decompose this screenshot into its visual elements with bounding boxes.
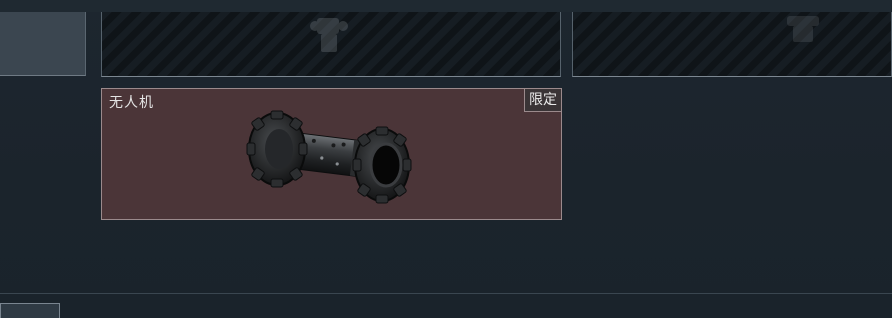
left-panel-tab[interactable] — [0, 12, 86, 76]
item-card[interactable]: 无人机 限定 — [101, 88, 562, 220]
inventory-slot-locked[interactable] — [101, 12, 561, 77]
game-inventory-screen: 无人机 限定 — [0, 0, 892, 318]
inventory-slot-locked[interactable] — [572, 12, 892, 77]
tracked-roller-drone-icon — [246, 110, 412, 204]
item-name: 无人机 — [109, 95, 154, 111]
silhouette-icon — [787, 16, 819, 42]
silhouette-icon — [310, 18, 348, 52]
bottom-tab[interactable] — [0, 303, 60, 318]
top-bar — [0, 0, 892, 12]
limited-badge: 限定 — [524, 89, 561, 112]
divider — [0, 293, 892, 294]
